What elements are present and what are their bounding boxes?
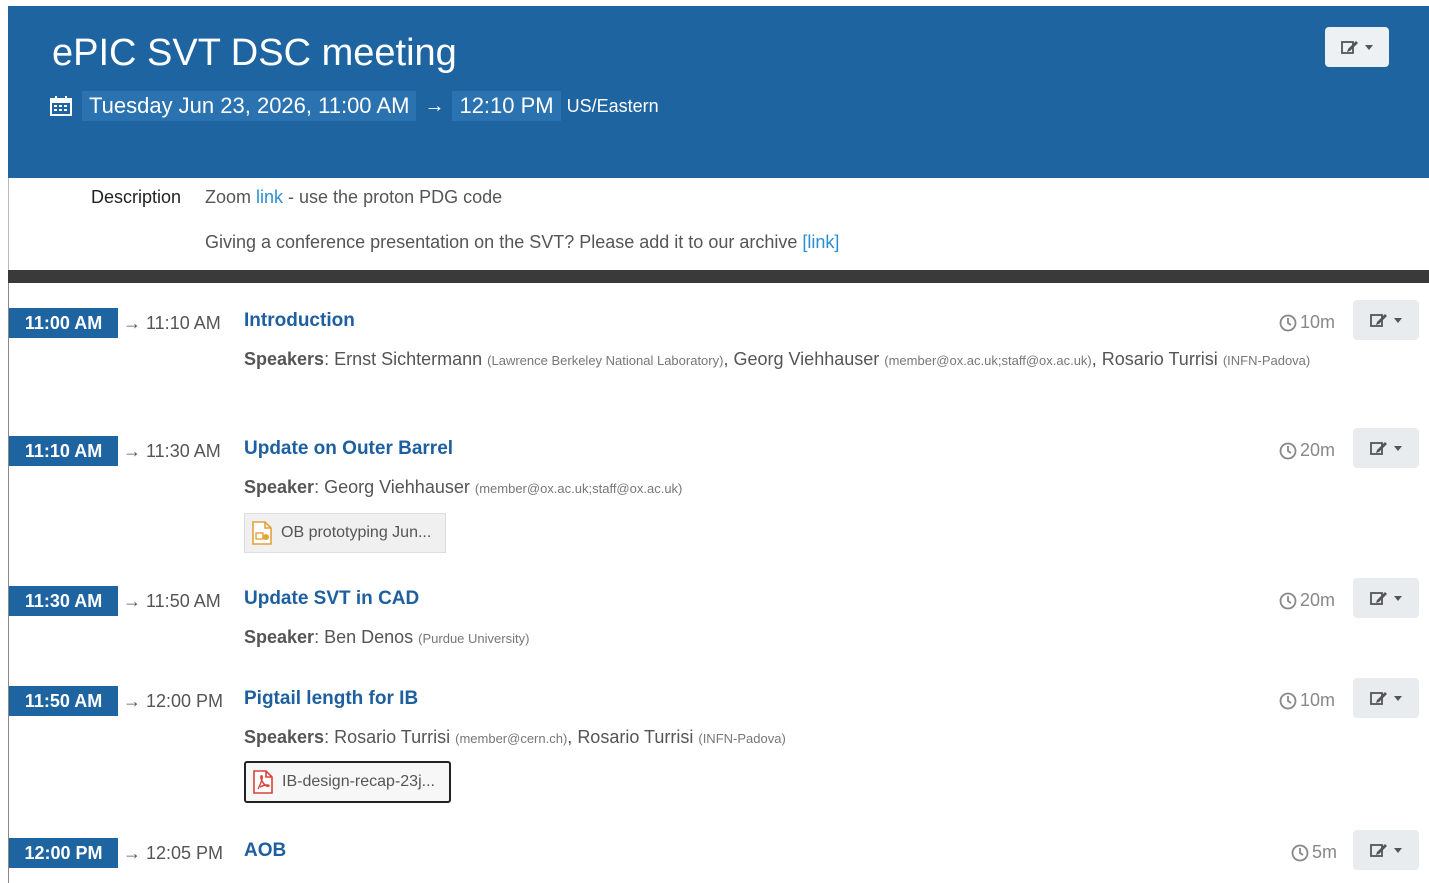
edit-icon: [1370, 844, 1387, 857]
clock-icon: [1279, 442, 1297, 459]
edit-icon: [1370, 314, 1387, 327]
clock-icon: [1291, 844, 1309, 861]
end-time: 12:10 PM: [452, 91, 561, 121]
archive-text: Giving a conference presentation on the …: [205, 232, 803, 252]
timezone: US/Eastern: [566, 95, 659, 116]
attachment-button[interactable]: OB prototyping Jun...: [244, 513, 447, 553]
zoom-note: - use the proton PDG code: [283, 187, 503, 207]
page-title: ePIC SVT DSC meeting: [52, 32, 457, 74]
attachment-name: OB prototyping Jun...: [281, 524, 432, 541]
duration-value: 5m: [1312, 842, 1338, 862]
speaker-name: Rosario Turrisi: [1101, 349, 1218, 369]
speakers-label: Speaker: [244, 627, 315, 647]
duration-value: 10m: [1300, 312, 1336, 332]
attachment-name: IB-design-recap-23j...: [282, 773, 435, 790]
chevron-down-icon: [1365, 44, 1373, 50]
chevron-down-icon: [1394, 595, 1402, 601]
duration: 20m: [1279, 590, 1335, 611]
clock-icon: [1279, 692, 1297, 709]
presentation-file-icon: [252, 521, 272, 545]
contribution-edit-button[interactable]: [1353, 578, 1419, 618]
description-zoom-line: Zoom link - use the proton PDG code: [205, 187, 502, 208]
duration-value: 20m: [1300, 590, 1336, 610]
description-label: Description: [91, 187, 182, 207]
end-time: → 11:10 AM: [123, 312, 221, 333]
speakers-label: Speakers: [244, 349, 325, 369]
contribution-title[interactable]: AOB: [244, 840, 286, 862]
speaker-affiliation: (INFN-Padova): [698, 731, 786, 746]
description-archive-line: Giving a conference presentation on the …: [205, 232, 839, 253]
end-time: → 11:30 AM: [123, 440, 221, 461]
contribution-title[interactable]: Update on Outer Barrel: [244, 438, 453, 460]
zoom-link[interactable]: link: [256, 187, 283, 207]
speaker-name: Georg Viehhauser: [733, 349, 880, 369]
attachment-button[interactable]: IB-design-recap-23j...: [244, 761, 451, 803]
speaker-name: Rosario Turrisi: [577, 727, 694, 747]
contribution-title[interactable]: Pigtail length for IB: [244, 688, 418, 710]
edit-icon: [1341, 41, 1358, 54]
calendar-icon: [50, 96, 72, 116]
end-time: → 12:05 PM: [123, 842, 224, 863]
speaker-affiliation: (member@ox.ac.uk;staff@ox.ac.uk): [474, 481, 683, 496]
duration-value: 20m: [1300, 440, 1336, 460]
duration: 10m: [1279, 690, 1335, 711]
speakers-line: Speakers: Ernst Sichtermann (Lawrence Be…: [244, 349, 1311, 369]
contribution-edit-button[interactable]: [1353, 830, 1419, 870]
timetable: 11:00 AM → 11:10 AM Introduction Speaker…: [8, 283, 1429, 883]
speaker-affiliation: (member@ox.ac.uk;staff@ox.ac.uk): [884, 353, 1092, 368]
edit-icon: [1370, 442, 1387, 455]
duration-value: 10m: [1300, 690, 1336, 710]
edit-icon: [1370, 592, 1387, 605]
start-time-badge: 12:00 PM: [9, 838, 118, 868]
contribution-edit-button[interactable]: [1353, 300, 1419, 340]
speaker-affiliation: (member@cern.ch): [455, 731, 568, 746]
chevron-down-icon: [1394, 445, 1402, 451]
speaker-affiliation: (Purdue University): [418, 631, 530, 646]
speaker-affiliation: (Lawrence Berkeley National Laboratory): [487, 353, 724, 368]
duration: 20m: [1279, 440, 1335, 461]
duration: 10m: [1279, 312, 1335, 333]
contribution-edit-button[interactable]: [1353, 428, 1419, 468]
description-section: Description Zoom link - use the proton P…: [8, 178, 1429, 270]
speaker-name: Ben Denos: [324, 627, 414, 647]
speakers-label: Speaker: [244, 477, 315, 497]
chevron-down-icon: [1394, 695, 1402, 701]
date-arrow: →: [424, 94, 445, 117]
pdf-file-icon: [253, 770, 273, 794]
speaker-name: Ernst Sichtermann: [334, 349, 483, 369]
contribution-edit-button[interactable]: [1353, 678, 1419, 718]
contribution-title[interactable]: Update SVT in CAD: [244, 588, 419, 610]
clock-icon: [1279, 592, 1297, 609]
speakers-line: Speakers: Rosario Turrisi (member@cern.c…: [244, 727, 786, 747]
event-edit-button[interactable]: [1325, 27, 1389, 67]
edit-icon: [1370, 692, 1387, 705]
duration: 5m: [1291, 842, 1337, 863]
start-datetime: Tuesday Jun 23, 2026, 11:00 AM: [82, 91, 417, 121]
start-time-badge: 11:30 AM: [9, 586, 118, 616]
start-time-badge: 11:10 AM: [9, 436, 118, 466]
chevron-down-icon: [1394, 317, 1402, 323]
contribution-title[interactable]: Introduction: [244, 310, 355, 332]
speakers-line: Speaker: Georg Viehhauser (member@ox.ac.…: [244, 477, 683, 497]
start-time-badge: 11:00 AM: [9, 308, 118, 338]
timetable-divider: [8, 270, 1429, 283]
chevron-down-icon: [1394, 847, 1402, 853]
start-time-badge: 11:50 AM: [9, 686, 118, 716]
event-header: ePIC SVT DSC meeting Tuesday Jun 23, 202…: [8, 6, 1429, 178]
archive-link[interactable]: [link]: [802, 232, 839, 252]
end-time: → 12:00 PM: [123, 690, 224, 711]
zoom-text: Zoom: [205, 187, 257, 207]
event-dates: Tuesday Jun 23, 2026, 11:00 AM → 12:10 P…: [50, 90, 659, 122]
speakers-label: Speakers: [244, 727, 325, 747]
speaker-name: Rosario Turrisi: [334, 727, 451, 747]
end-time: → 11:50 AM: [123, 590, 221, 611]
clock-icon: [1279, 314, 1297, 331]
speaker-affiliation: (INFN-Padova): [1222, 353, 1311, 368]
speaker-name: Georg Viehhauser: [324, 477, 470, 497]
speakers-line: Speaker: Ben Denos (Purdue University): [244, 627, 530, 647]
